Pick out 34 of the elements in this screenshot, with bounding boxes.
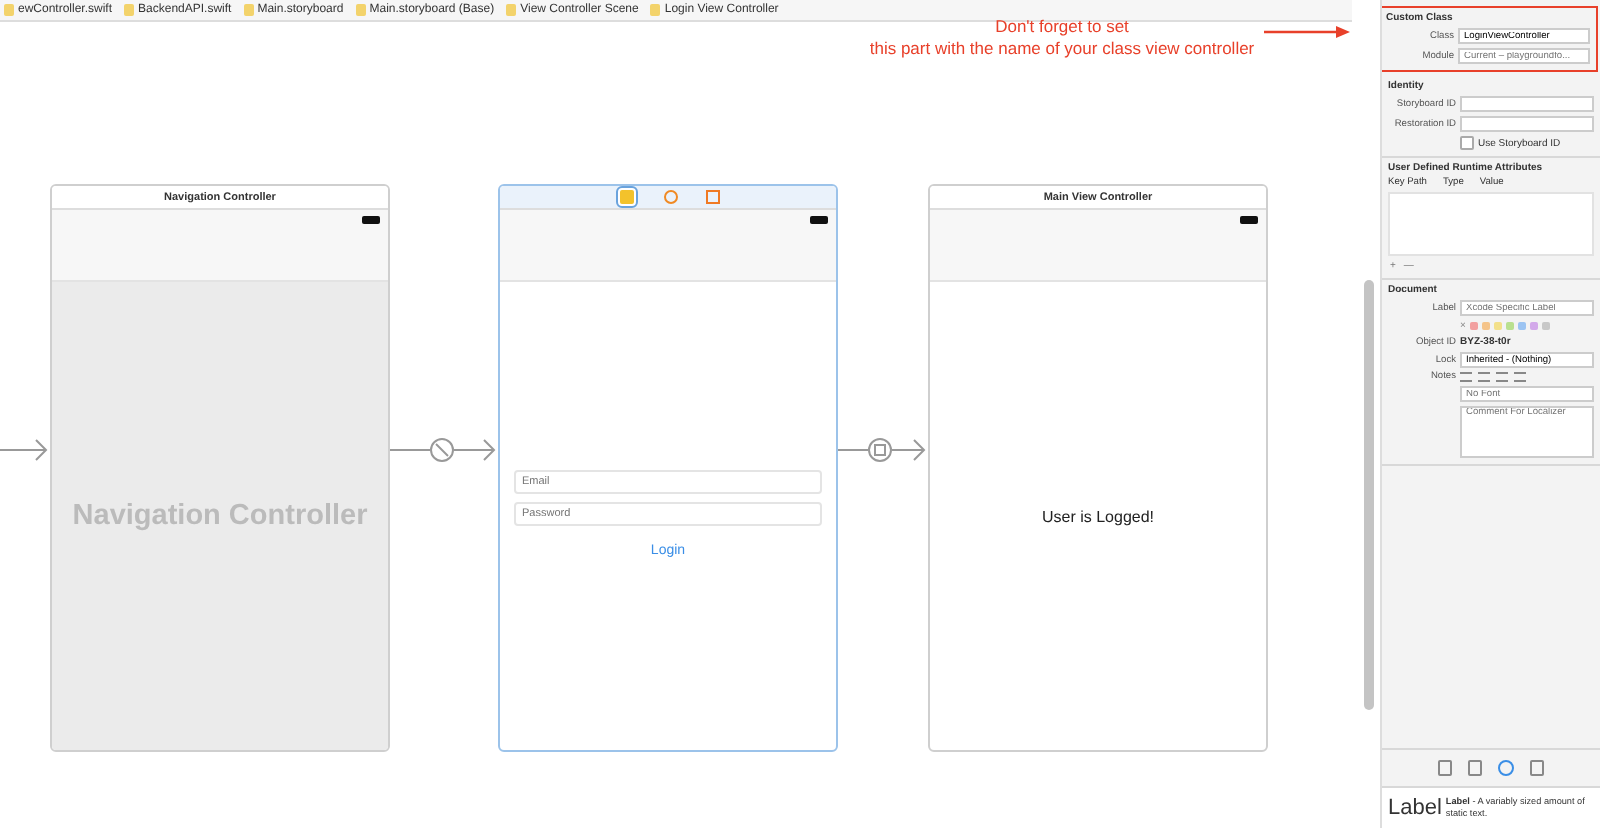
annotation-text: Don't forget to set this part with the name of your class view controller (867, 16, 1257, 60)
annotation-arrow (1264, 24, 1352, 40)
segue-arrow[interactable] (386, 438, 498, 462)
logged-label: User is Logged! (1041, 507, 1155, 525)
color-swatch[interactable] (1541, 322, 1550, 330)
color-swatch[interactable] (1493, 322, 1502, 330)
checkbox[interactable] (1460, 136, 1474, 150)
entry-arrow (0, 438, 50, 462)
file-icon (4, 4, 14, 16)
library-tab-icon[interactable] (1498, 760, 1514, 776)
battery-icon (362, 216, 380, 224)
first-responder-icon[interactable] (663, 190, 677, 204)
battery-icon (810, 216, 828, 224)
file-icon (355, 4, 366, 16)
file-icon (650, 4, 661, 16)
file-icon (124, 4, 135, 16)
file-icon (506, 4, 517, 16)
color-swatch[interactable] (1469, 322, 1478, 330)
scrollbar[interactable] (1364, 280, 1374, 710)
color-swatch[interactable] (1529, 322, 1538, 330)
view-controller-icon[interactable] (617, 188, 635, 206)
text-format-toolbar[interactable] (1460, 372, 1526, 382)
library-tab-icon[interactable] (1468, 760, 1482, 776)
library-tab-icon[interactable] (1530, 760, 1544, 776)
battery-icon (1240, 216, 1258, 224)
file-icon (243, 4, 254, 16)
storyboard-id-field[interactable] (1460, 96, 1594, 112)
exit-icon[interactable] (705, 190, 719, 204)
color-swatch[interactable] (1517, 322, 1526, 330)
color-swatch[interactable] (1481, 322, 1490, 330)
color-swatch[interactable] (1505, 322, 1514, 330)
library-tab-icon[interactable] (1438, 760, 1452, 776)
restoration-id-field[interactable] (1460, 116, 1594, 132)
library-item-title[interactable]: Label (1388, 796, 1442, 820)
